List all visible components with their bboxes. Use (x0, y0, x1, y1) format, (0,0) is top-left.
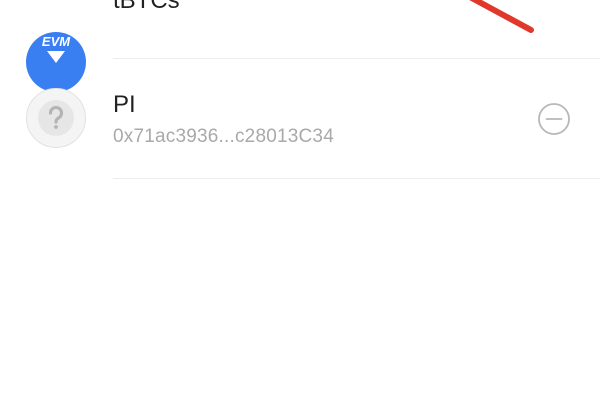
unknown-token-icon (26, 88, 86, 148)
evm-icon-label: EVM (42, 34, 71, 49)
annotation-arrow-icon (469, 0, 534, 33)
divider (113, 178, 600, 179)
token-row-pi[interactable] (0, 58, 600, 178)
remove-token-button[interactable] (537, 102, 571, 136)
remove-circle-icon (538, 103, 570, 135)
token-list-screen: EVM tBTCs PI 0x71ac3936...c28013C34 (0, 0, 600, 400)
token-name: PI (113, 91, 136, 118)
token-address: 0x71ac3936...c28013C34 (113, 126, 334, 147)
token-name: tBTCs (113, 0, 180, 14)
